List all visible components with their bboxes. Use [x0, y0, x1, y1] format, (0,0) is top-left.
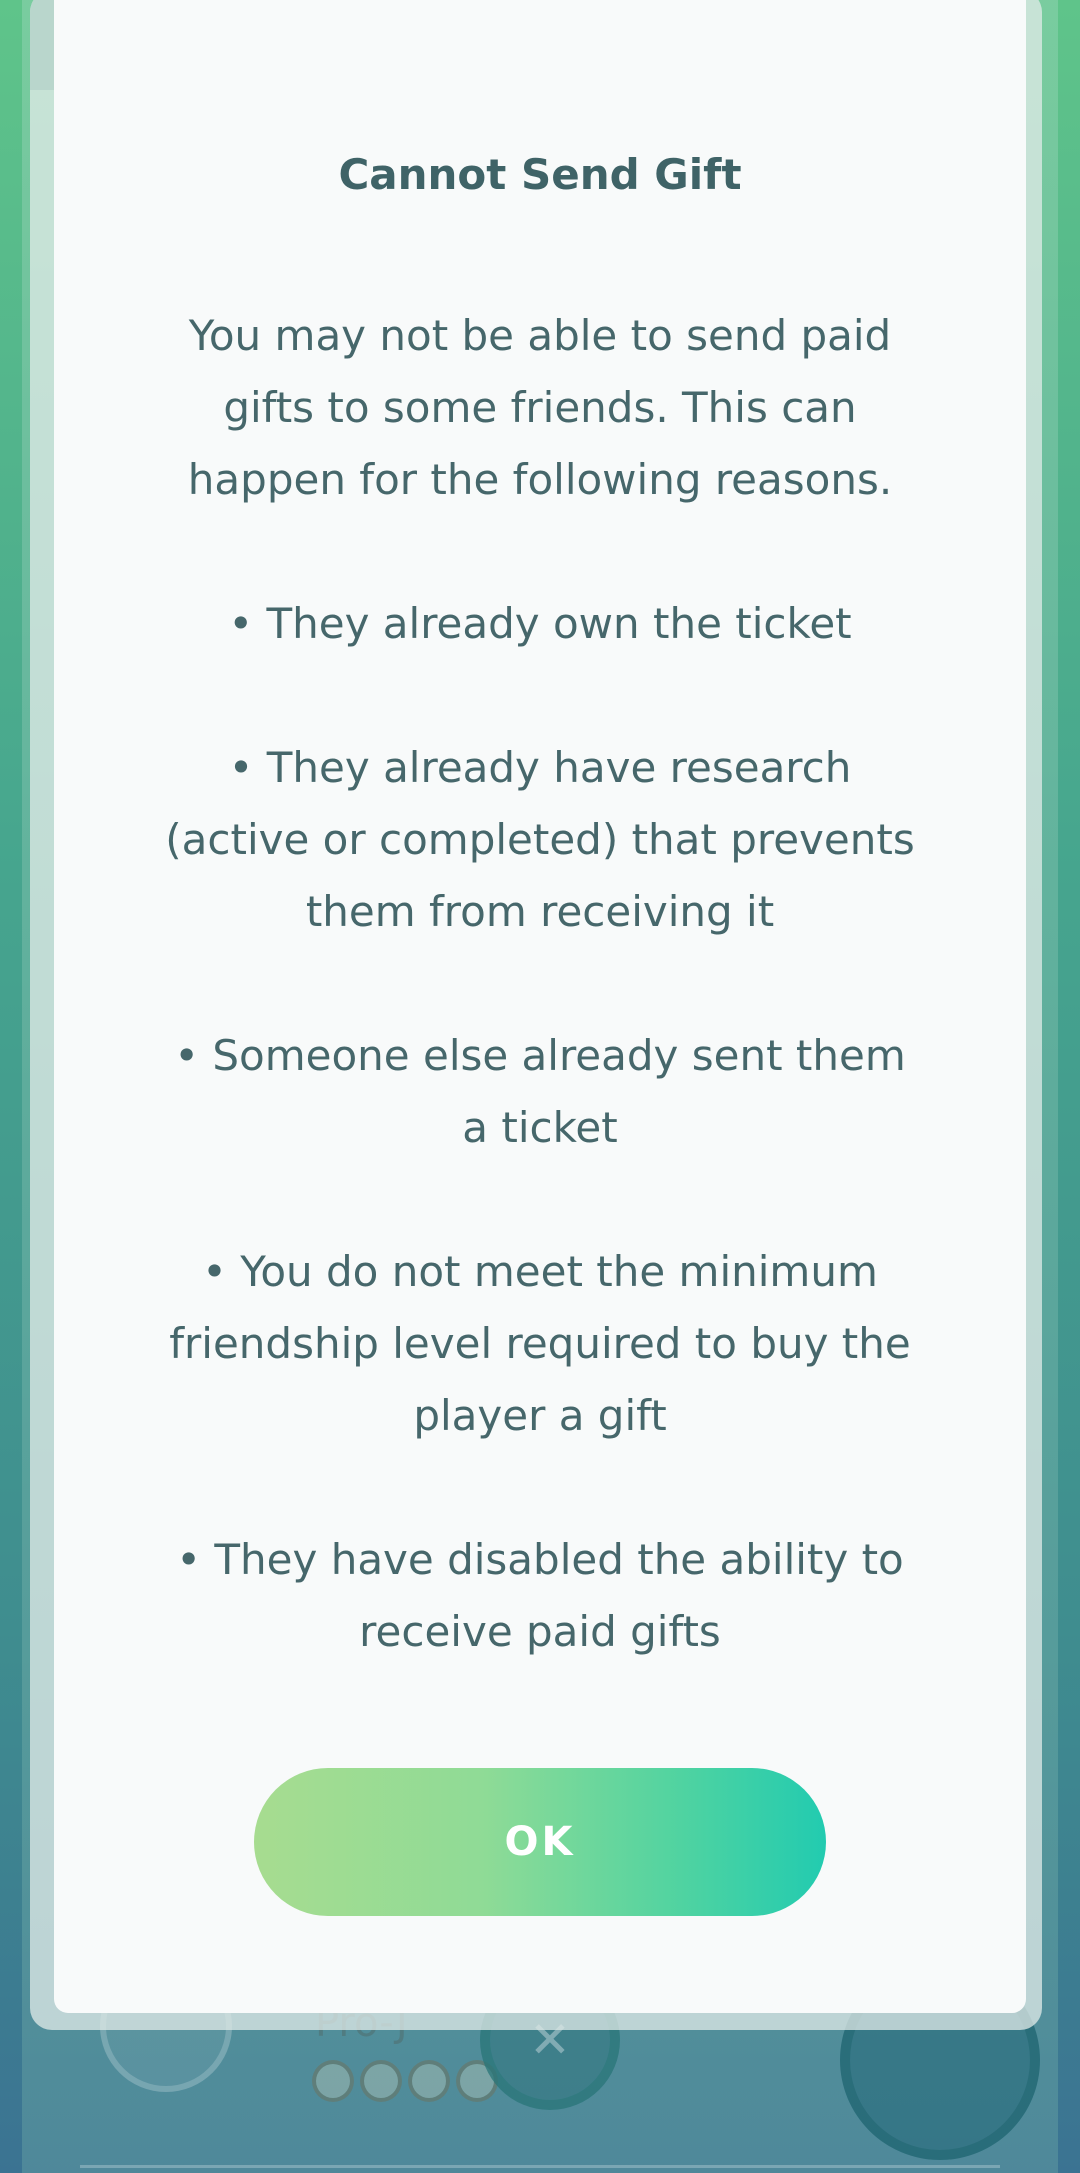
reason-item: • They already have research (active or …: [165, 743, 915, 936]
reason-item: • They already own the ticket: [228, 599, 852, 648]
dialog-body: You may not be able to send paid gifts t…: [160, 300, 920, 1740]
divider: [80, 2165, 1000, 2168]
heart-icon: [408, 2060, 450, 2102]
heart-icon: [312, 2060, 354, 2102]
heart-icon: [360, 2060, 402, 2102]
dialog-title: Cannot Send Gift: [338, 150, 742, 199]
dialog-intro: You may not be able to send paid gifts t…: [187, 311, 893, 504]
ok-button[interactable]: OK: [254, 1768, 826, 1916]
friendship-hearts: [312, 2060, 498, 2102]
reason-item: • Someone else already sent them a ticke…: [174, 1031, 906, 1152]
reason-item: • They have disabled the ability to rece…: [176, 1535, 904, 1656]
reason-item: • You do not meet the minimum friendship…: [169, 1247, 911, 1440]
